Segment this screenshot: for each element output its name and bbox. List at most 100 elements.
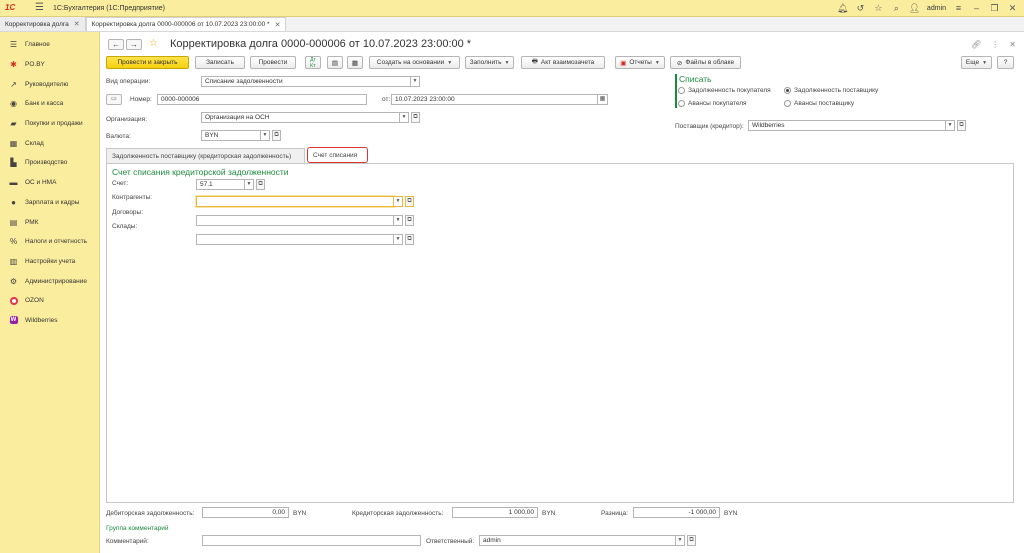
sidebar-item-admin[interactable]: ⚙ Администрирование <box>0 271 99 291</box>
contracts-label: Договоры: <box>112 209 144 216</box>
settings-icon[interactable]: ≡ <box>953 3 964 14</box>
window-tab-list[interactable]: Корректировка долга ✕ <box>0 17 86 31</box>
radio-supplier-debt[interactable]: Задолженность поставщику <box>784 87 878 94</box>
save-button[interactable]: Записать <box>195 56 245 69</box>
more-menu-icon[interactable]: ⋮ <box>991 40 999 49</box>
supplier-field[interactable]: Wildberries <box>748 120 946 131</box>
chevron-down-icon[interactable]: ▼ <box>394 234 403 245</box>
open-link-icon[interactable]: ⧉ <box>405 234 414 245</box>
currency-field[interactable]: BYN <box>201 130 261 141</box>
close-tab-icon[interactable]: ✕ <box>74 20 80 28</box>
close-form-icon[interactable]: ✕ <box>1009 40 1016 49</box>
sidebar-item-taxes[interactable]: % Налоги и отчетность <box>0 232 99 252</box>
responsible-field[interactable]: admin <box>479 535 676 546</box>
radio-circle[interactable] <box>678 87 685 94</box>
chevron-down-icon: ▼ <box>654 59 660 66</box>
chevron-down-icon[interactable]: ▼ <box>245 179 254 190</box>
sidebar-item-po-by[interactable]: ✱ PO.BY <box>0 55 99 75</box>
restore-icon[interactable]: ❐ <box>989 3 1000 14</box>
sidebar-item-rmk[interactable]: ▤ РМК <box>0 212 99 232</box>
operation-type-field[interactable]: Списание задолженности <box>201 76 411 87</box>
contracts-field[interactable] <box>196 215 394 226</box>
search-icon[interactable]: ⌕ <box>891 3 902 14</box>
help-button[interactable]: ? <box>997 56 1014 69</box>
cloud-files-button[interactable]: ⊘ Файлы в облаке <box>670 56 741 69</box>
open-link-icon[interactable]: ⧉ <box>405 215 414 226</box>
radio-supplier-advances[interactable]: Авансы поставщику <box>784 100 854 107</box>
counterparties-field[interactable] <box>196 196 394 207</box>
sidebar-item-assets[interactable]: ▬ ОС и НМА <box>0 173 99 193</box>
sidebar-item-label: Банк и касса <box>25 100 64 108</box>
organization-field[interactable]: Организация на ОСН <box>201 112 400 123</box>
tab-supplier-debt[interactable]: Задолженность поставщику (кредиторская з… <box>106 148 305 163</box>
radio-circle[interactable] <box>678 100 685 107</box>
chevron-down-icon[interactable]: ▼ <box>676 535 685 546</box>
dt-kt-icon[interactable]: Дт Кт <box>305 56 321 69</box>
open-link-icon[interactable]: ⧉ <box>687 535 696 546</box>
calendar-icon[interactable]: ▦ <box>598 94 608 105</box>
post-and-close-button[interactable]: Провести и закрыть <box>106 56 189 69</box>
warehouses-field[interactable] <box>196 234 394 245</box>
radio-buyer-debt[interactable]: Задолженность покупателя <box>678 87 771 94</box>
comment-field[interactable] <box>202 535 421 546</box>
sidebar-item-wildberries[interactable]: W Wildberries <box>0 311 99 331</box>
chevron-down-icon[interactable]: ▼ <box>394 196 403 207</box>
offset-act-button[interactable]: 🖶︎ Акт взаимозачета <box>521 56 605 69</box>
user-icon[interactable]: 👤︎ <box>909 3 920 14</box>
forward-button[interactable]: → <box>126 39 142 50</box>
list-icon: ▥ <box>9 256 18 266</box>
sidebar-item-bank[interactable]: ◉ Банк и касса <box>0 94 99 114</box>
sidebar-item-production[interactable]: ▙ Производство <box>0 153 99 173</box>
debit-field: 0,00 <box>202 507 289 518</box>
chevron-down-icon[interactable]: ▼ <box>261 130 270 141</box>
history-icon[interactable]: ↺ <box>855 3 866 14</box>
close-icon[interactable]: ✕ <box>1007 3 1018 14</box>
number-field[interactable]: 0000-000006 <box>157 94 367 105</box>
link-icon[interactable]: 🔗︎ <box>971 40 981 49</box>
document-icon[interactable]: ▤ <box>327 56 343 69</box>
structure-icon[interactable]: ▦ <box>347 56 363 69</box>
sidebar-item-warehouse[interactable]: ▦ Склад <box>0 133 99 153</box>
chevron-down-icon[interactable]: ▼ <box>400 112 409 123</box>
star-icon[interactable]: ☆ <box>873 3 884 14</box>
radio-buyer-advances[interactable]: Авансы покупателя <box>678 100 747 107</box>
sidebar-item-label: OZON <box>25 297 44 305</box>
sidebar-item-salary[interactable]: ● Зарплата и кадры <box>0 193 99 213</box>
sidebar-item-main[interactable]: ☰ Главное <box>0 35 99 55</box>
open-link-icon[interactable]: ⧉ <box>957 120 966 131</box>
minimize-icon[interactable]: – <box>971 3 982 14</box>
sidebar-item-ozon[interactable]: OZON <box>0 291 99 311</box>
main-menu-icon[interactable]: ☰ <box>35 3 45 13</box>
sidebar-item-manager[interactable]: ↗ Руководителю <box>0 74 99 94</box>
chevron-down-icon[interactable]: ▼ <box>394 215 403 226</box>
open-link-icon[interactable]: ⧉ <box>272 130 281 141</box>
radio-circle[interactable] <box>784 100 791 107</box>
sidebar-item-label: Администрирование <box>25 277 87 285</box>
radio-circle[interactable] <box>784 87 791 94</box>
number-edit-icon[interactable]: ▭ <box>106 94 122 105</box>
sidebar-item-accounting-settings[interactable]: ▥ Настройки учета <box>0 252 99 272</box>
tab-writeoff-account[interactable]: Счет списания <box>307 147 368 163</box>
close-tab-icon[interactable]: ✕ <box>275 21 281 29</box>
post-button[interactable]: Провести <box>250 56 296 69</box>
open-link-icon[interactable]: ⧉ <box>256 179 265 190</box>
favorite-star-icon[interactable]: ☆ <box>147 39 160 50</box>
fill-button[interactable]: Заполнить ▼ <box>465 56 514 69</box>
chevron-down-icon[interactable]: ▼ <box>946 120 955 131</box>
create-based-on-button[interactable]: Создать на основании ▼ <box>369 56 460 69</box>
bell-icon[interactable]: 🔔︎ <box>837 3 848 14</box>
back-button[interactable]: ← <box>108 39 124 50</box>
account-field[interactable]: 57.1 <box>196 179 245 190</box>
chevron-down-icon[interactable]: ▼ <box>411 76 420 87</box>
window-tab-document[interactable]: Корректировка долга 0000-000006 от 10.07… <box>85 17 287 31</box>
open-link-icon[interactable]: ⧉ <box>411 112 420 123</box>
sidebar-item-purchases[interactable]: ▰ Покупки и продажи <box>0 114 99 134</box>
radio-label: Задолженность покупателя <box>688 87 771 94</box>
reports-button[interactable]: ▣ Отчеты ▼ <box>615 56 665 69</box>
window-tab-label: Корректировка долга <box>5 20 69 28</box>
date-field[interactable]: 10.07.2023 23:00:00 <box>391 94 598 105</box>
more-button[interactable]: Еще ▼ <box>961 56 992 69</box>
open-link-icon[interactable]: ⧉ <box>405 196 414 207</box>
user-name[interactable]: admin <box>927 5 946 12</box>
sidebar-item-label: Налоги и отчетность <box>25 238 88 246</box>
